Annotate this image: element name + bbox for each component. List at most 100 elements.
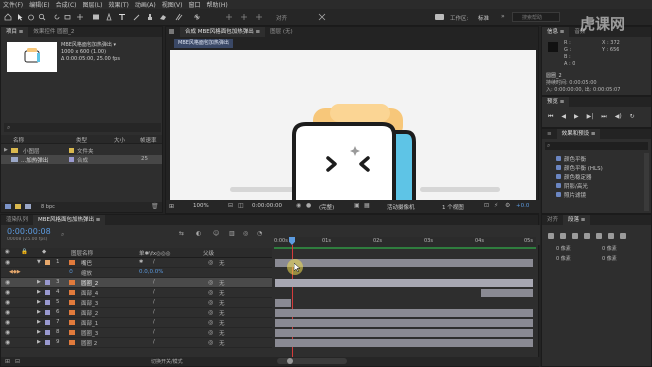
layer-name[interactable]: 面部_4 xyxy=(81,289,98,297)
quality-switch-icon[interactable]: / xyxy=(153,289,155,295)
help-search-input[interactable]: 搜索帮助 xyxy=(512,12,560,22)
project-item-folder[interactable]: ▶ 小图层 文件夹 xyxy=(1,146,162,155)
parent-select[interactable]: 无 xyxy=(219,309,225,317)
new-composition-icon[interactable] xyxy=(25,204,31,209)
tab-effects-presets[interactable]: 效果和预设 ≡ xyxy=(556,129,601,139)
viewer-timecode[interactable]: 0:00:00:00 xyxy=(252,203,282,209)
align-center-icon[interactable] xyxy=(560,233,566,239)
effect-item[interactable]: 阴影/高光 xyxy=(556,183,603,192)
color-channel-icon[interactable]: ● xyxy=(306,202,311,209)
snap-expand-icon[interactable] xyxy=(318,13,326,21)
pickwhip-icon[interactable]: ◎ xyxy=(208,329,213,336)
column-layer-name[interactable]: 图层名称 xyxy=(71,249,93,257)
tab-composition[interactable]: 合成 MBE风格面包加热弹出 ≡ xyxy=(180,27,266,37)
layer-property-row[interactable]: ◀◆▶ ⏱ 缩放 0.0,0.0% xyxy=(1,268,272,278)
disclosure-icon[interactable]: ▼ xyxy=(37,259,41,265)
layer-row[interactable]: ◉ ▶ 3 圆圈_2 / ◎ 无 xyxy=(1,278,272,288)
disclosure-icon[interactable]: ▶ xyxy=(37,329,41,335)
visibility-eye-icon[interactable]: ◉ xyxy=(5,319,10,326)
project-comp-name[interactable]: MBE风格面包加热弹出 ▾ xyxy=(61,42,120,49)
selection-tool-icon[interactable] xyxy=(16,13,24,21)
tab-align[interactable]: 对齐 xyxy=(542,215,563,225)
frame-blending-icon[interactable]: ▥ xyxy=(229,230,235,237)
justify-left-icon[interactable] xyxy=(584,233,590,239)
tab-timeline-comp[interactable]: MBE风格面包加热弹出 ≡ xyxy=(33,215,106,225)
zoom-icon[interactable] xyxy=(38,13,46,21)
disclosure-icon[interactable]: ▶ xyxy=(37,299,41,305)
disclosure-icon[interactable]: ▶ xyxy=(4,147,8,153)
layer-duration-bar[interactable] xyxy=(481,289,533,297)
layer-name[interactable]: 嘴巴 xyxy=(81,259,92,267)
visibility-eye-icon[interactable]: ◉ xyxy=(5,289,10,296)
tab-info[interactable]: 信息 ≡ xyxy=(542,27,570,37)
stopwatch-icon[interactable]: ⏱ xyxy=(69,269,73,275)
project-search-input[interactable]: ⌕ xyxy=(4,123,161,132)
pickwhip-icon[interactable]: ◎ xyxy=(208,279,213,286)
type-icon[interactable] xyxy=(118,13,126,21)
menu-animation[interactable]: 动画(A) xyxy=(135,0,156,9)
layer-row[interactable]: ◉ ▶ 6 面部_2 / ◎ 无 xyxy=(1,308,272,318)
search-icon[interactable]: ⌕ xyxy=(61,231,64,239)
toggle-switches-modes[interactable]: 切换开关/模式 xyxy=(151,358,183,365)
composition-mini-flowchart-icon[interactable]: ⇆ xyxy=(179,230,184,237)
column-switches[interactable]: 单✱\fx◎◎◎ xyxy=(139,249,171,257)
visibility-eye-icon[interactable]: ◉ xyxy=(5,259,10,266)
view-axis-icon[interactable] xyxy=(255,13,263,21)
graph-editor-icon[interactable]: ◔ xyxy=(257,230,262,237)
column-frame-rate[interactable]: 帧速率 xyxy=(140,136,157,144)
quality-switch-icon[interactable]: / xyxy=(153,259,155,265)
brush-icon[interactable] xyxy=(133,13,141,21)
zoom-select[interactable]: 100% xyxy=(193,203,209,209)
space-before-field[interactable]: 0 像素 xyxy=(556,255,571,262)
pan-behind-icon[interactable] xyxy=(76,13,84,21)
menu-edit[interactable]: 编辑(E) xyxy=(29,0,49,9)
visibility-eye-icon[interactable]: ◉ xyxy=(5,329,10,336)
rotate-icon[interactable] xyxy=(53,13,61,21)
quality-switch-icon[interactable]: / xyxy=(153,329,155,335)
layer-duration-bar[interactable] xyxy=(275,299,291,307)
justify-center-icon[interactable] xyxy=(596,233,602,239)
effect-item[interactable]: 颜色平衡 xyxy=(556,156,603,165)
label-column-icon[interactable]: ◆ xyxy=(42,249,46,255)
layer-name[interactable]: 面部_2 xyxy=(81,309,98,317)
workspace-icon[interactable] xyxy=(435,14,444,20)
menu-file[interactable]: 文件(F) xyxy=(3,0,23,9)
rectangle-icon[interactable] xyxy=(92,13,100,21)
draft-3d-icon[interactable]: ◐ xyxy=(196,230,201,237)
clone-stamp-icon[interactable] xyxy=(146,13,154,21)
layer-row[interactable]: ◉ ▶ 8 圆圈_3 / ◎ 无 xyxy=(1,328,272,338)
workspace-value[interactable]: 标准 xyxy=(478,14,489,22)
layer-row[interactable]: ◉ ▶ 5 面部_3 / ◎ 无 xyxy=(1,298,272,308)
column-parent[interactable]: 父级 xyxy=(203,249,214,257)
last-frame-icon[interactable]: ⏭ xyxy=(601,113,606,121)
layer-row[interactable]: ◉ ▶ 7 面部_1 / ◎ 无 xyxy=(1,318,272,328)
effect-item[interactable]: 颜色稳定器 xyxy=(556,174,603,183)
exposure-value[interactable]: +0.0 xyxy=(516,203,529,209)
first-frame-icon[interactable]: ⏮ xyxy=(548,113,553,121)
quality-switch-icon[interactable]: / xyxy=(153,319,155,325)
quality-switch-icon[interactable]: / xyxy=(153,279,155,285)
motion-blur-icon[interactable]: ◎ xyxy=(243,230,248,237)
menu-layer[interactable]: 图层(L) xyxy=(83,0,103,9)
parent-select[interactable]: 无 xyxy=(219,299,225,307)
roto-brush-icon[interactable] xyxy=(175,13,183,21)
disclosure-icon[interactable]: ▶ xyxy=(37,339,41,345)
label-color-icon[interactable] xyxy=(45,260,50,265)
label-color-icon[interactable] xyxy=(45,280,50,285)
property-value[interactable]: 0.0,0.0% xyxy=(139,269,163,275)
indent-left-field[interactable]: 0 像素 xyxy=(556,245,571,252)
world-axis-icon[interactable] xyxy=(240,13,248,21)
align-right-icon[interactable] xyxy=(572,233,578,239)
layer-name[interactable]: 面部_3 xyxy=(81,299,98,307)
menu-view[interactable]: 视图(V) xyxy=(162,0,183,9)
layer-name[interactable]: 圆圈_3 xyxy=(81,329,98,337)
effect-item[interactable]: 照片滤镜 xyxy=(556,192,603,201)
layer-name[interactable]: 圆圈_2 xyxy=(81,279,98,287)
pen-icon[interactable] xyxy=(105,12,113,21)
pickwhip-icon[interactable]: ◎ xyxy=(208,299,213,306)
label-color-icon[interactable] xyxy=(45,300,50,305)
column-name[interactable]: 名称 xyxy=(13,136,24,144)
tab-render-queue[interactable]: 渲染队列 xyxy=(1,215,33,225)
new-folder-icon[interactable] xyxy=(15,204,21,209)
bit-depth-label[interactable]: 8 bpc xyxy=(41,204,55,210)
